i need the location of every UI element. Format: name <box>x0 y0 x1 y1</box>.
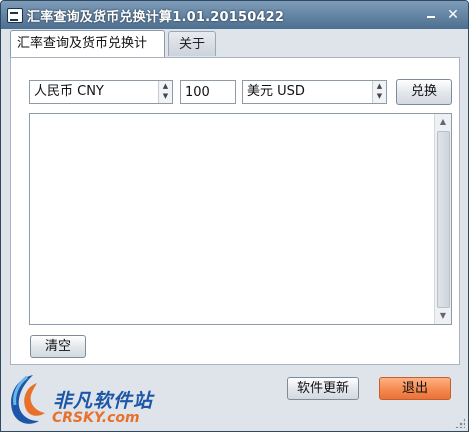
to-currency-value: 美元 USD <box>247 84 305 99</box>
close-icon[interactable]: ✕ <box>444 7 462 23</box>
logo-chinese-text: 非凡软件站 <box>53 390 154 412</box>
to-currency-select[interactable]: 美元 USD ▲ ▼ <box>242 80 387 104</box>
scroll-up-icon[interactable]: ▲ <box>435 114 451 130</box>
window-title: 汇率查询及货币兑换计算1.01.20150422 <box>27 10 285 25</box>
software-update-button[interactable]: 软件更新 <box>287 377 359 400</box>
from-currency-spin-icon[interactable]: ▲ ▼ <box>158 81 172 103</box>
app-icon <box>7 8 23 23</box>
site-logo: 非凡软件站 CRSKY.com <box>3 369 173 431</box>
title-bar[interactable]: 汇率查询及货币兑换计算1.01.20150422 ✕ <box>1 1 468 29</box>
scrollbar-thumb[interactable] <box>437 131 450 308</box>
resize-grip-icon[interactable] <box>455 418 465 428</box>
result-textarea[interactable]: ▲ ▼ <box>29 113 452 325</box>
minimize-icon[interactable] <box>422 7 440 23</box>
from-currency-value: 人民币 CNY <box>34 84 104 99</box>
to-currency-spin-icon[interactable]: ▲ ▼ <box>372 81 386 103</box>
exit-button[interactable]: 退出 <box>379 377 451 400</box>
tab-bar: 汇率查询及货币兑换计算 关于 <box>1 29 468 76</box>
clear-button[interactable]: 清空 <box>30 335 86 358</box>
tab-exchange[interactable]: 汇率查询及货币兑换计算 <box>10 30 165 76</box>
from-currency-select[interactable]: 人民币 CNY ▲ ▼ <box>29 80 173 104</box>
amount-input[interactable] <box>180 80 236 104</box>
scroll-down-icon[interactable]: ▼ <box>435 308 451 324</box>
logo-english-text: CRSKY.com <box>52 410 140 426</box>
app-window: 汇率查询及货币兑换计算1.01.20150422 ✕ 汇率查询及货币兑换计算 关… <box>0 0 469 432</box>
vertical-scrollbar[interactable]: ▲ ▼ <box>434 114 451 324</box>
convert-button[interactable]: 兑换 <box>396 79 452 105</box>
tab-about[interactable]: 关于 <box>168 31 216 56</box>
logo-swirl-icon <box>11 375 45 424</box>
